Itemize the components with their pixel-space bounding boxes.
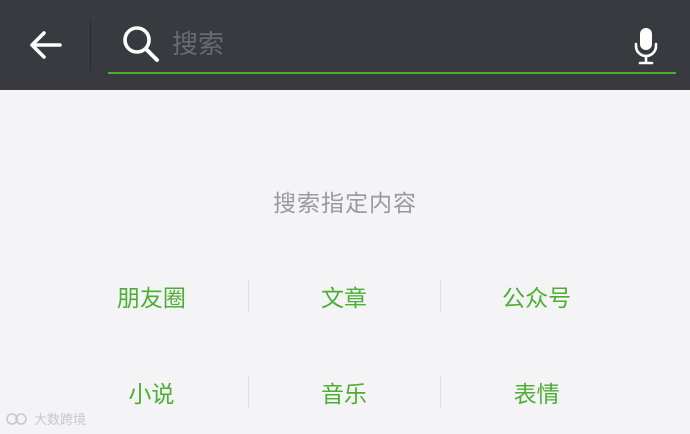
microphone-icon [634,28,658,65]
search-underline [108,72,676,74]
category-stickers[interactable]: 表情 [440,368,633,416]
category-music[interactable]: 音乐 [247,368,441,416]
category-moments[interactable]: 朋友圈 [55,272,248,320]
magnifier-icon [123,26,159,62]
search-input[interactable] [172,24,612,66]
voice-input-button[interactable] [630,24,662,68]
category-row-2: 小说 音乐 表情 [55,368,633,416]
category-row-1: 朋友圈 文章 公众号 [55,272,633,320]
watermark-logo-icon [6,412,27,425]
top-bar [0,0,690,90]
search-hint: 搜索指定内容 [273,191,417,217]
search-bar[interactable] [108,16,676,74]
watermark-text: 大数跨境 [34,413,87,428]
watermark: 大数跨境 [6,409,86,428]
category-articles[interactable]: 文章 [247,272,441,320]
back-button[interactable] [18,22,72,68]
header-divider [90,20,91,70]
arrow-left-icon [30,31,62,59]
category-official-accounts[interactable]: 公众号 [440,272,633,320]
